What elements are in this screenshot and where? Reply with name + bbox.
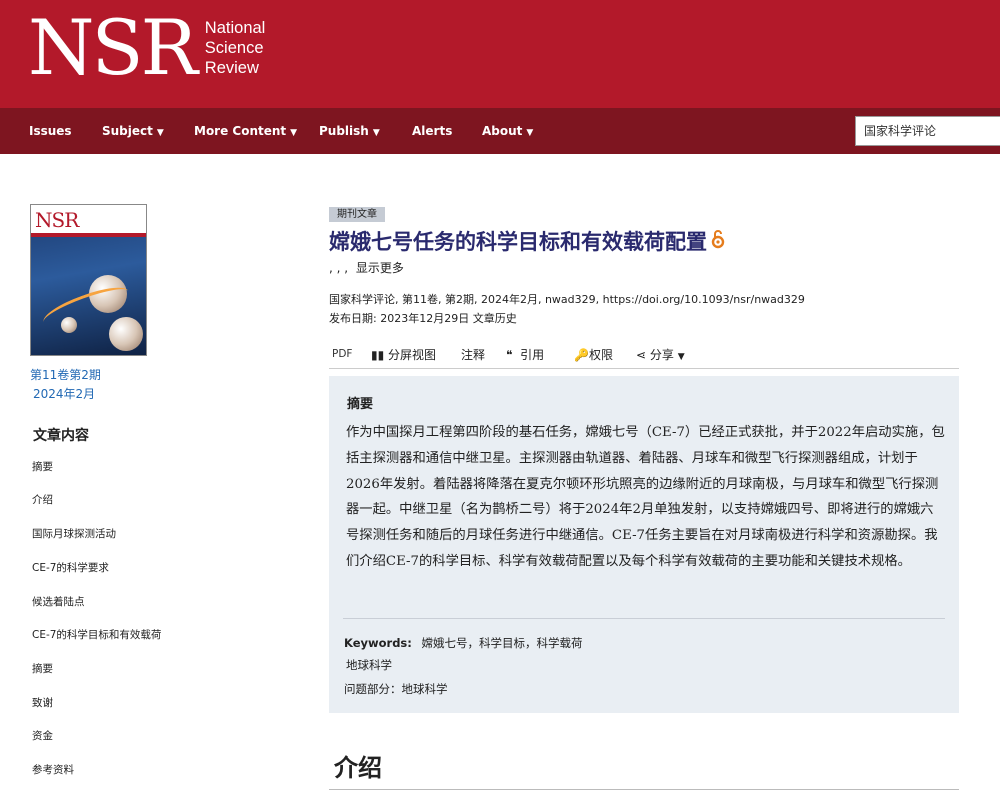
- permissions-button[interactable]: 🔑权限: [574, 346, 613, 363]
- toc-item-requirements[interactable]: CE-7的科学要求: [32, 560, 109, 575]
- article-toolbar: PDF ▮▮ 分屏视图 注释 ❝ 引用 🔑权限 ⋖ 分享 ▼: [329, 340, 959, 369]
- nav-more-content[interactable]: More Content ▼: [194, 108, 297, 154]
- issue-link[interactable]: 第11卷第2期: [30, 366, 101, 383]
- toc-heading: 文章内容: [33, 428, 89, 444]
- nsr-logo[interactable]: NSR National Science Review: [28, 10, 265, 86]
- toc-item-objectives[interactable]: CE-7的科学目标和有效载荷: [32, 627, 161, 642]
- publication-date: 发布日期: 2023年12月29日 文章历史: [329, 312, 517, 325]
- show-more-link[interactable]: 显示更多: [356, 261, 404, 275]
- subject-link[interactable]: 地球科学: [346, 657, 392, 673]
- abstract-text: 作为中国探月工程第四阶段的基石任务，嫦娥七号（CE-7）已经正式获批，并于202…: [346, 425, 945, 569]
- toc-item-landing-sites[interactable]: 候选着陆点: [32, 594, 85, 609]
- article-type-badge: 期刊文章: [329, 207, 385, 222]
- toc-item-funding[interactable]: 资金: [32, 728, 53, 743]
- chevron-down-icon: ▼: [372, 128, 380, 138]
- nav-publish[interactable]: Publish ▼: [319, 108, 380, 154]
- chevron-down-icon: ▼: [677, 352, 685, 362]
- divider: [343, 618, 945, 619]
- annotations-button[interactable]: 注释: [461, 346, 485, 363]
- logo-wordmark: National Science Review: [204, 19, 266, 77]
- cite-button[interactable]: ❝ 引用: [506, 346, 544, 363]
- chevron-down-icon: ▼: [156, 128, 164, 138]
- issue-section: 问题部分：地球科学: [344, 682, 448, 696]
- nav-subject[interactable]: Subject ▼: [102, 108, 164, 154]
- journal-cover-image[interactable]: NSR: [30, 204, 147, 356]
- intro-heading: 介绍: [334, 754, 382, 782]
- article-title: 嫦娥七号任务的科学目标和有效载荷配置: [329, 226, 725, 256]
- logo-letters: NSR: [28, 3, 198, 92]
- abstract-box: 摘要 作为中国探月工程第四阶段的基石任务，嫦娥七号（CE-7）已经正式获批，并于…: [329, 376, 959, 713]
- split-view-icon: ▮▮: [371, 348, 385, 362]
- chevron-down-icon: ▼: [526, 128, 534, 138]
- search-box[interactable]: [855, 116, 1000, 146]
- abstract-heading: 摘要: [347, 397, 374, 412]
- divider: [329, 789, 959, 790]
- share-button[interactable]: ⋖ 分享 ▼: [636, 346, 685, 363]
- article-history-link[interactable]: 文章历史: [473, 312, 517, 325]
- author-list: , , , 显示更多: [329, 261, 404, 275]
- toc-item-intro[interactable]: 介绍: [32, 492, 53, 507]
- toc-item-international[interactable]: 国际月球探测活动: [32, 526, 116, 541]
- key-icon: 🔑: [574, 348, 589, 362]
- chevron-down-icon: ▼: [290, 128, 298, 138]
- site-header: NSR National Science Review: [0, 0, 1000, 108]
- search-input[interactable]: [856, 117, 1000, 143]
- toc-item-summary[interactable]: 摘要: [32, 661, 53, 676]
- main-nav: Issues Subject ▼ More Content ▼ Publish ▼ A…: [0, 108, 1000, 154]
- toc-item-references[interactable]: 参考资料: [32, 762, 74, 777]
- keyword-links[interactable]: 嫦娥七号，科学目标，科学载荷: [422, 636, 583, 650]
- nav-about[interactable]: About ▼: [482, 108, 533, 154]
- share-icon: ⋖: [636, 348, 647, 362]
- split-view-button[interactable]: ▮▮ 分屏视图: [371, 346, 436, 363]
- toc-item-acknowledgements[interactable]: 致谢: [32, 695, 53, 710]
- issue-date-link[interactable]: 2024年2月: [33, 385, 95, 402]
- nav-alerts[interactable]: Alerts: [412, 108, 452, 154]
- quote-icon: ❝: [506, 348, 513, 362]
- citation-line: 国家科学评论, 第11卷, 第2期, 2024年2月, nwad329, htt…: [329, 293, 805, 306]
- pdf-button[interactable]: PDF: [332, 348, 352, 360]
- open-access-icon: [711, 229, 725, 254]
- keywords-line: Keywords: 嫦娥七号，科学目标，科学载荷: [344, 636, 583, 650]
- nav-issues[interactable]: Issues: [29, 108, 72, 154]
- toc-item-abstract[interactable]: 摘要: [32, 459, 53, 474]
